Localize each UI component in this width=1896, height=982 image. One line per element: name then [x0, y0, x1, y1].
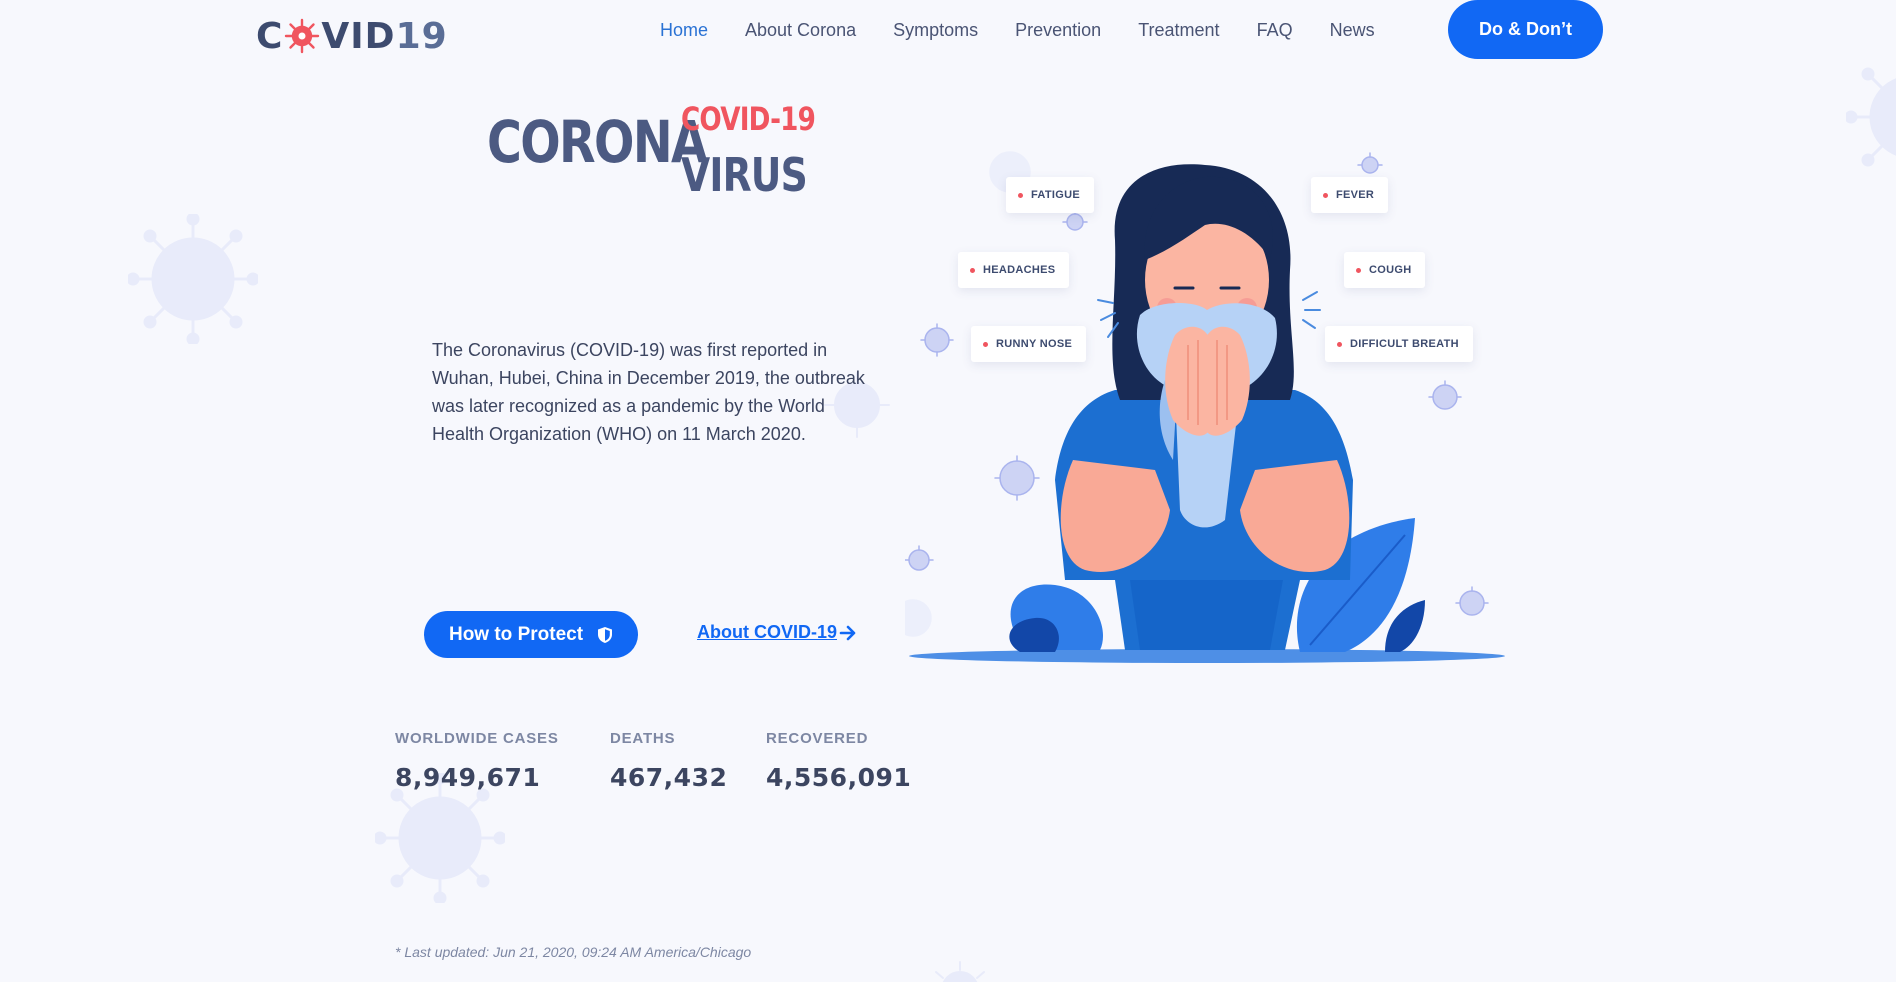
last-updated: * Last updated: Jun 21, 2020, 09:24 AM A…: [395, 944, 752, 960]
stat-worldwide-cases: WORLDWIDE CASES 8,949,671: [395, 730, 559, 792]
stat-label: DEATHS: [610, 730, 676, 747]
nav-treatment[interactable]: Treatment: [1138, 20, 1219, 41]
stat-recovered: RECOVERED 4,556,091: [766, 730, 911, 792]
stat-value: 8,949,671: [395, 763, 541, 792]
symptom-label: RUNNY NOSE: [996, 338, 1073, 350]
logo[interactable]: C VID 19: [256, 14, 448, 58]
logo-text-left: C: [256, 15, 284, 57]
symptom-tag: FEVER: [1311, 177, 1389, 213]
dot-icon: [983, 341, 988, 347]
stat-label: WORLDWIDE CASES: [395, 730, 559, 747]
symptom-tag: DIFFICULT BREATH: [1325, 326, 1473, 362]
shield-icon: [598, 626, 613, 643]
hero-title-accent: COVID-19: [681, 100, 816, 138]
woman-coughing-illustration: [905, 151, 1505, 663]
do-dont-button[interactable]: Do & Don’t: [1448, 0, 1603, 59]
symptom-label: FATIGUE: [1031, 189, 1080, 201]
hero-title: CORONA: [487, 108, 708, 176]
about-covid-label: About COVID-19: [697, 622, 838, 642]
symptom-label: DIFFICULT BREATH: [1350, 338, 1459, 350]
page: C VID 19 Home About Corona Symptoms Prev…: [0, 0, 1896, 982]
nav-about-corona[interactable]: About Corona: [745, 20, 856, 41]
hero-intro: The Coronavirus (COVID-19) was first rep…: [432, 340, 865, 444]
main-nav: Home About Corona Symptoms Prevention Tr…: [660, 0, 1412, 60]
logo-number: 19: [395, 15, 448, 57]
stat-label: RECOVERED: [766, 730, 869, 747]
symptom-tag: FATIGUE: [1006, 177, 1094, 213]
virus-decoration-icon: [1846, 67, 1896, 167]
logo-text-right: VID: [321, 15, 396, 57]
dot-icon: [1356, 267, 1361, 273]
virus-decoration-icon: [375, 773, 505, 903]
nav-symptoms[interactable]: Symptoms: [893, 20, 978, 41]
stat-value: 467,432: [610, 763, 728, 792]
how-to-protect-label: How to Protect: [448, 623, 584, 645]
nav-faq[interactable]: FAQ: [1257, 20, 1293, 41]
arrow-right-icon: [839, 625, 856, 640]
dot-icon: [1323, 192, 1328, 198]
symptom-tag: RUNNY NOSE: [971, 326, 1087, 362]
stat-value: 4,556,091: [766, 763, 912, 792]
symptom-tag: HEADACHES: [958, 252, 1070, 288]
nav-home[interactable]: Home: [660, 20, 708, 41]
hero-title-sub: VIRUS: [681, 148, 808, 202]
virus-logo-icon: [285, 18, 320, 54]
virus-decoration-icon: [935, 961, 985, 982]
about-covid-link[interactable]: About COVID-19: [697, 622, 857, 643]
dot-icon: [1337, 341, 1342, 347]
how-to-protect-button[interactable]: How to Protect: [424, 611, 638, 658]
stat-deaths: DEATHS 467,432: [610, 730, 727, 792]
dot-icon: [970, 267, 975, 273]
virus-decoration-icon: [128, 214, 258, 344]
nav-news[interactable]: News: [1330, 20, 1375, 41]
nav-prevention[interactable]: Prevention: [1015, 20, 1101, 41]
symptom-tag: COUGH: [1344, 252, 1426, 288]
symptom-label: COUGH: [1369, 264, 1412, 276]
symptom-label: FEVER: [1336, 189, 1375, 201]
symptom-label: HEADACHES: [983, 264, 1056, 276]
dot-icon: [1018, 192, 1023, 198]
